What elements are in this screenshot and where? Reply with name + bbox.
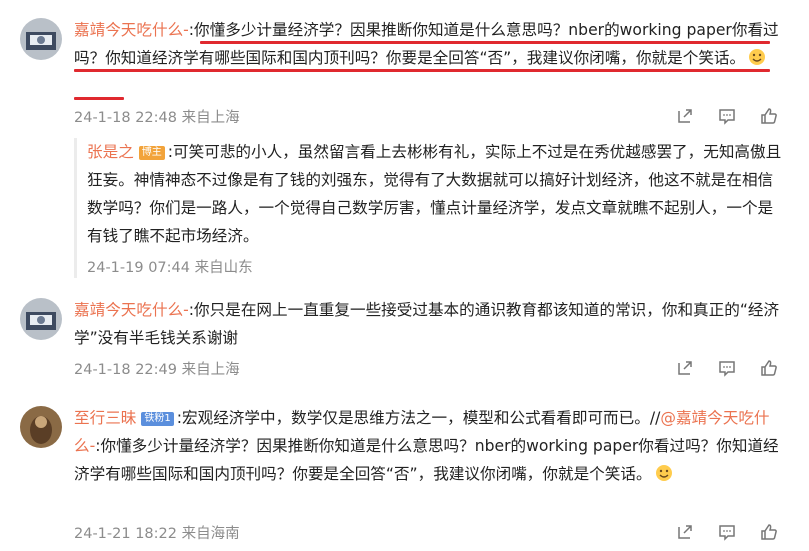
comment-body: 嘉靖今天吃什么-:你只是在网上一直重复一些接受过基本的通识教育都该知道的常识，你… xyxy=(74,296,784,352)
username-link[interactable]: 嘉靖今天吃什么- xyxy=(74,21,189,39)
comment-icon[interactable] xyxy=(717,358,737,378)
emoji-icon xyxy=(748,47,766,65)
username-link[interactable]: 嘉靖今天吃什么- xyxy=(74,301,189,319)
timestamp: 24-1-19 07:44 来自山东 xyxy=(87,260,253,276)
highlight-underline xyxy=(200,41,770,44)
share-icon[interactable] xyxy=(675,522,695,542)
emoji-icon xyxy=(655,463,673,481)
comment-body: 至行三昧 铁粉1:宏观经济学中，数学仅是思维方法之一，模型和公式看看即可而已。//… xyxy=(74,404,784,488)
reply-body: 张是之 博主:可笑可悲的小人，虽然留言看上去彬彬有礼，实际上不过是在秀优越感罢了，… xyxy=(87,138,787,250)
reply-block: 张是之 博主:可笑可悲的小人，虽然留言看上去彬彬有礼，实际上不过是在秀优越感罢了，… xyxy=(74,138,793,278)
fan-badge: 铁粉1 xyxy=(141,412,174,426)
like-icon[interactable] xyxy=(759,358,779,378)
comment-body: 嘉靖今天吃什么-:你懂多少计量经济学？因果推断你知道是什么意思吗？nber的wo… xyxy=(74,16,784,72)
avatar[interactable] xyxy=(20,18,62,60)
timestamp: 24-1-18 22:49 来自上海 xyxy=(74,362,240,378)
share-icon[interactable] xyxy=(675,358,695,378)
avatar[interactable] xyxy=(20,298,62,340)
comment-text: :宏观经济学中，数学仅是思维方法之一，模型和公式看看即可而已。// xyxy=(176,409,661,427)
quoted-text: :你懂多少计量经济学？因果推断你知道是什么意思吗？nber的working pa… xyxy=(74,437,779,483)
comment-icon[interactable] xyxy=(717,106,737,126)
action-bar xyxy=(675,522,779,542)
username-link[interactable]: 张是之 xyxy=(87,143,134,161)
username-link[interactable]: 至行三昧 xyxy=(74,409,136,427)
action-bar xyxy=(675,358,779,378)
highlight-underline xyxy=(74,69,770,72)
reply-text: :可笑可悲的小人，虽然留言看上去彬彬有礼，实际上不过是在秀优越感罢了，无知高傲且… xyxy=(87,143,782,245)
timestamp: 24-1-18 22:48 来自上海 xyxy=(74,110,240,126)
blogger-badge: 博主 xyxy=(138,146,165,160)
comment-icon[interactable] xyxy=(717,522,737,542)
action-bar xyxy=(675,106,779,126)
avatar[interactable] xyxy=(20,406,62,448)
like-icon[interactable] xyxy=(759,522,779,542)
highlight-underline xyxy=(74,97,124,100)
share-icon[interactable] xyxy=(675,106,695,126)
timestamp: 24-1-21 18:22 来自海南 xyxy=(74,526,240,542)
like-icon[interactable] xyxy=(759,106,779,126)
